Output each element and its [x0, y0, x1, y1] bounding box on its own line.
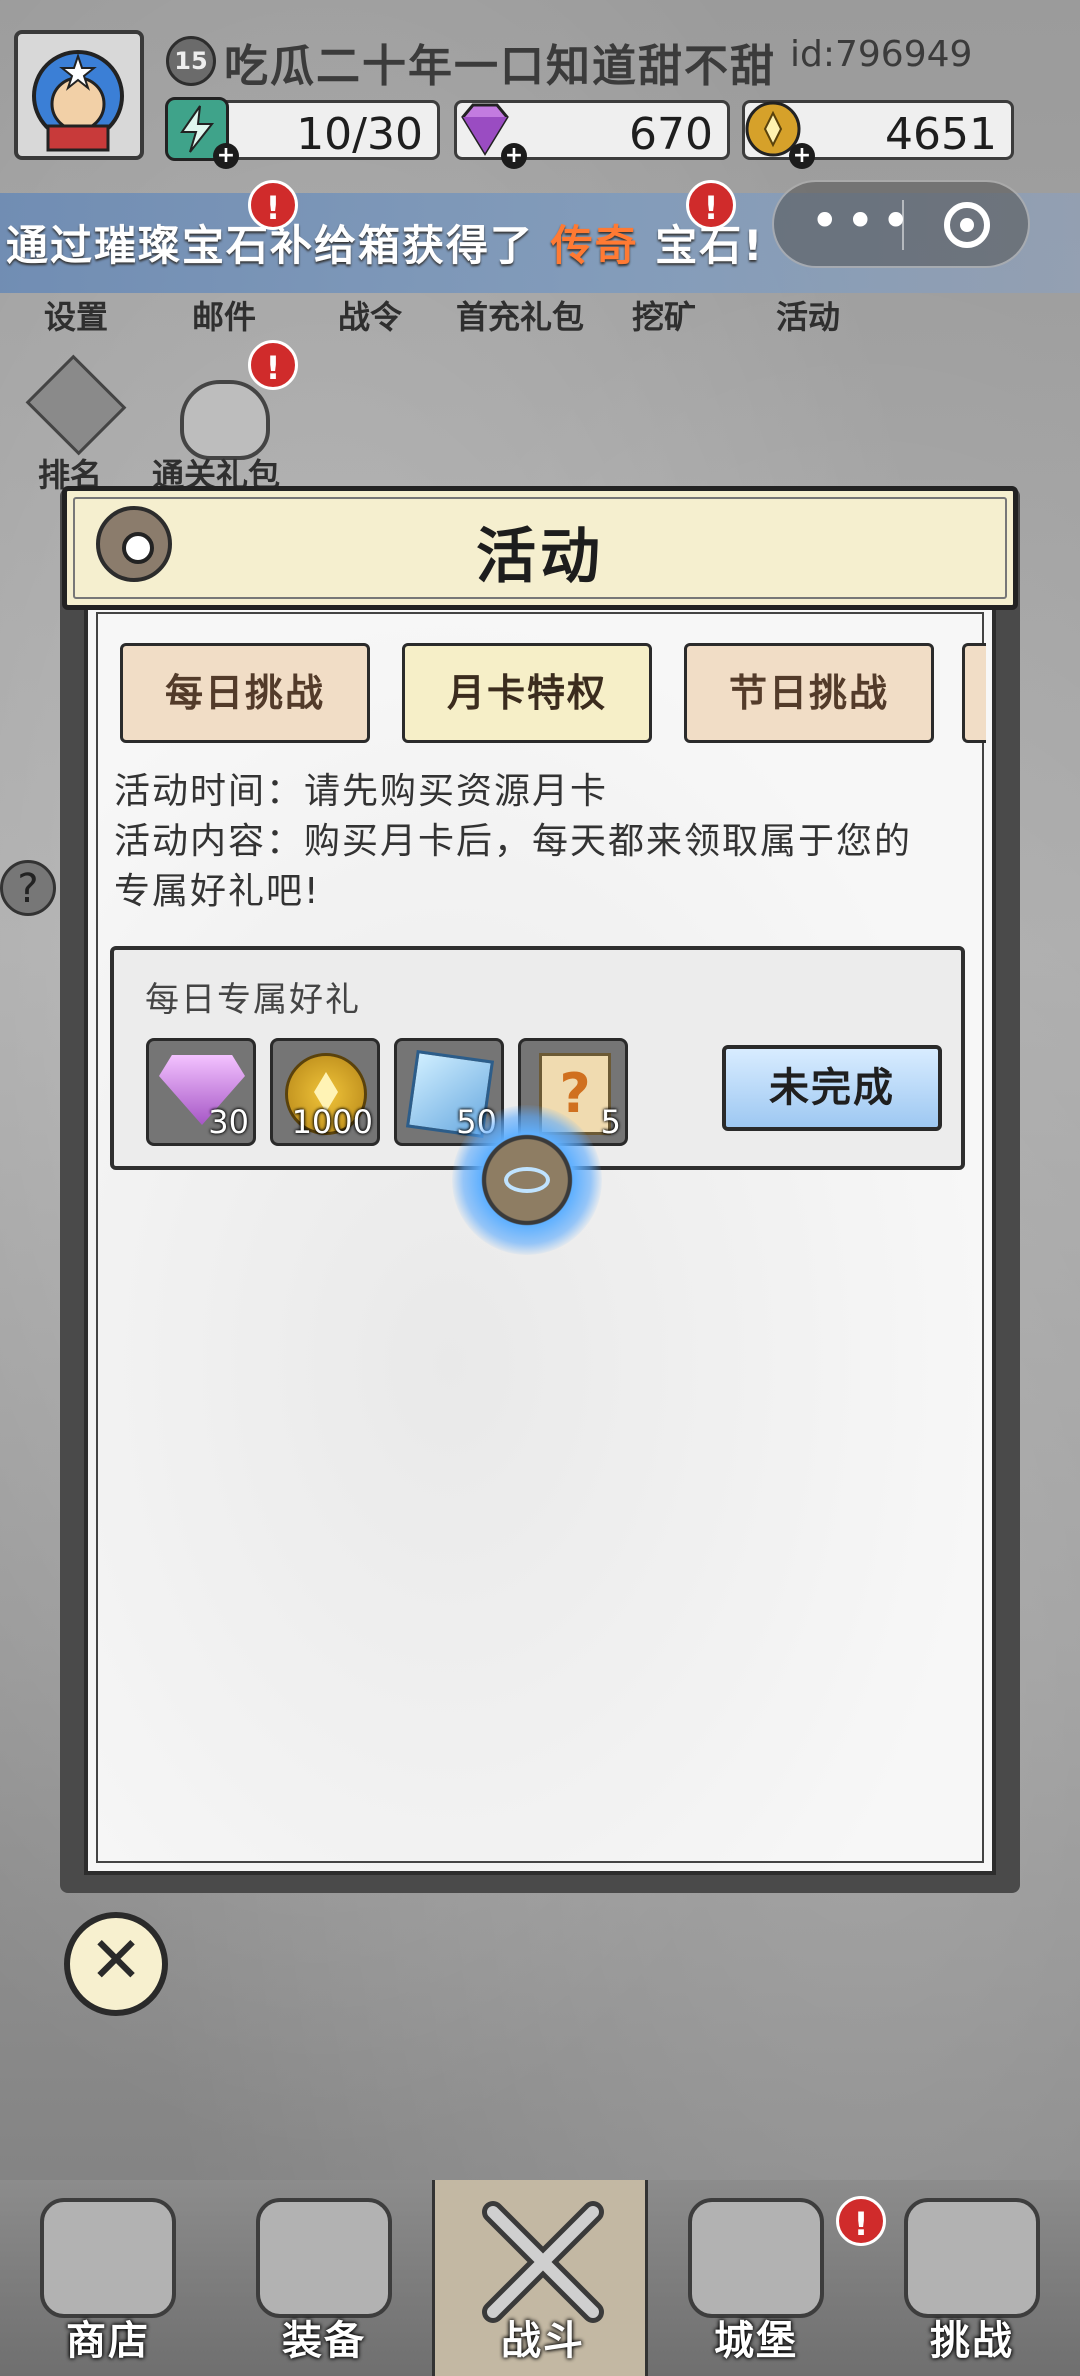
close-miniprogram-icon[interactable]	[944, 202, 990, 248]
tab-more-partial[interactable]	[962, 643, 986, 743]
reward-item-gold[interactable]: 1000	[270, 1038, 380, 1146]
menu-mining[interactable]: 挖矿	[604, 292, 724, 338]
announcement-highlight: 传奇	[550, 221, 639, 270]
menu-activity[interactable]: 活动	[748, 292, 868, 338]
add-gems-icon[interactable]: +	[501, 143, 527, 169]
gold-counter[interactable]: + 4651	[742, 100, 1014, 169]
menu-first-recharge[interactable]: 首充礼包	[440, 292, 600, 338]
player-avatar[interactable]	[14, 30, 144, 160]
player-level-badge: 15	[166, 36, 216, 86]
help-question-icon[interactable]: ?	[0, 860, 56, 916]
claim-status-button[interactable]: 未完成	[722, 1045, 942, 1131]
nav-castle[interactable]: 城堡	[648, 2180, 864, 2376]
activity-alert-badge: !	[686, 180, 736, 230]
castle-icon	[688, 2198, 824, 2318]
gold-value: 4651	[885, 109, 997, 160]
crossed-swords-icon	[475, 2198, 611, 2323]
announcement-text: 通过璀璨宝石补给箱获得了 传奇 宝石!	[6, 212, 764, 273]
modal-title: 活动	[476, 522, 604, 592]
nav-equipment-label: 装备	[282, 2318, 366, 2364]
nav-shop[interactable]: 商店	[0, 2180, 216, 2376]
player-name: 吃瓜二十年一口知道甜不甜	[224, 41, 776, 92]
reward-count: 1000	[291, 1103, 373, 1141]
tab-daily-challenge[interactable]: 每日挑战	[120, 643, 370, 743]
backpack-icon	[256, 2198, 392, 2318]
menu-settings[interactable]: 设置	[16, 292, 136, 338]
clear-gift-alert-badge: !	[248, 340, 298, 390]
tab-monthly-card[interactable]: 月卡特权	[402, 643, 652, 743]
add-energy-icon[interactable]: +	[213, 143, 239, 169]
shield-icon	[904, 2198, 1040, 2318]
nav-battle[interactable]: 战斗	[432, 2180, 648, 2376]
reward-item-gems[interactable]: 30	[146, 1038, 256, 1146]
nav-equipment[interactable]: 装备	[216, 2180, 432, 2376]
miniprogram-capsule: •••	[772, 180, 1030, 268]
nav-shop-label: 商店	[66, 2318, 150, 2364]
nav-challenge-label: 挑战	[930, 2318, 1014, 2364]
close-modal-button[interactable]: ✕	[64, 1912, 168, 2016]
add-gold-icon[interactable]: +	[789, 143, 815, 169]
player-id: id:796949	[790, 34, 973, 75]
nav-castle-label: 城堡	[714, 2318, 798, 2364]
tab-festival-challenge[interactable]: 节日挑战	[684, 643, 934, 743]
energy-value: 10/30	[296, 109, 423, 160]
gems-counter[interactable]: + 670	[454, 100, 730, 169]
menu-battle-pass[interactable]: 战令	[310, 292, 430, 338]
eye-icon	[504, 1167, 550, 1193]
nav-battle-label: 战斗	[501, 2318, 585, 2364]
reward-count: 30	[208, 1103, 249, 1141]
energy-counter[interactable]: + 10/30	[165, 97, 440, 169]
clear-gift-bag-icon[interactable]	[180, 380, 270, 460]
activity-content-text-2: 专属好礼吧!	[114, 871, 321, 912]
menu-mail[interactable]: 邮件	[164, 292, 284, 338]
floating-assist-orb-icon[interactable]	[452, 1105, 602, 1255]
reward-count: 5	[600, 1103, 621, 1141]
shop-icon	[40, 2198, 176, 2318]
activity-content-text: 活动内容：购买月卡后，每天都来领取属于您的	[114, 821, 913, 862]
capsule-divider	[902, 200, 904, 250]
mail-alert-badge: !	[248, 180, 298, 230]
activity-time-text: 活动时间：请先购买资源月卡	[114, 771, 609, 812]
more-options-icon[interactable]: •••	[810, 192, 916, 250]
nav-challenge[interactable]: 挑战	[864, 2180, 1080, 2376]
gems-value: 670	[629, 109, 713, 160]
daily-reward-title: 每日专属好礼	[145, 980, 361, 1020]
